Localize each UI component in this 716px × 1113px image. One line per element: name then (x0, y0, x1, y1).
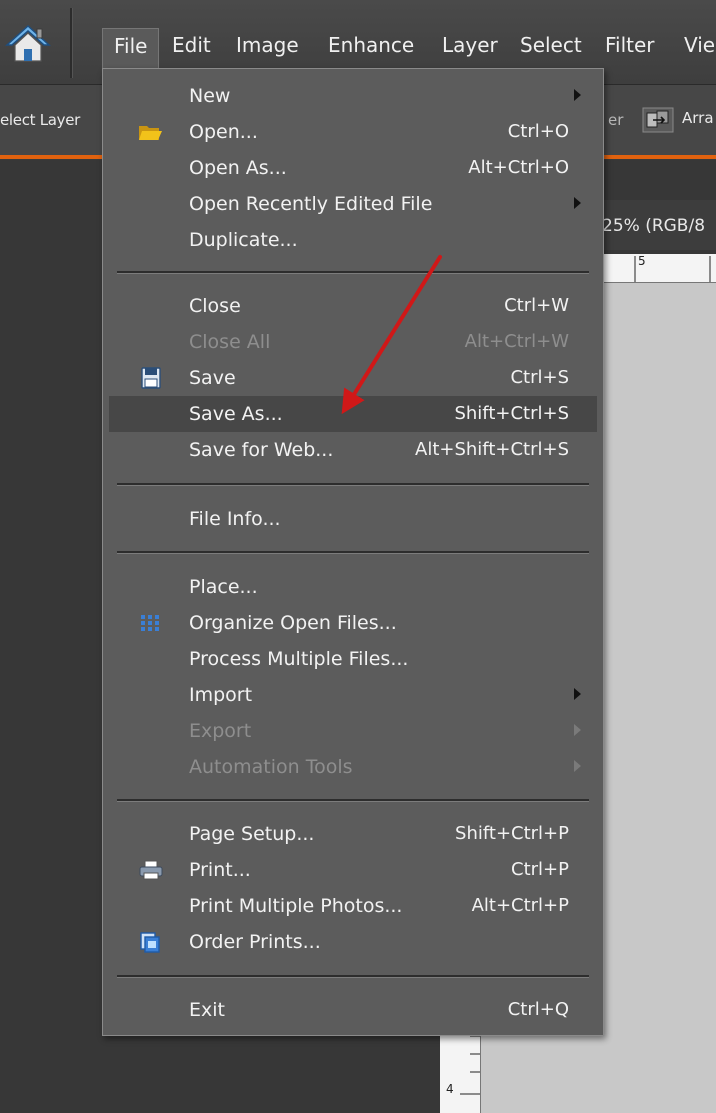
save-icon (141, 367, 161, 389)
menu-item-save[interactable]: Save Ctrl+S (109, 360, 597, 396)
menu-item-exit[interactable]: Exit Ctrl+Q (109, 992, 597, 1028)
menu-item-label: Save (189, 367, 236, 389)
menu-enhance[interactable]: Enhance (328, 30, 414, 64)
submenu-arrow-icon (574, 724, 581, 736)
menu-file[interactable]: File (102, 28, 160, 71)
menu-item-label: Place... (189, 576, 258, 598)
submenu-arrow-icon (574, 89, 581, 101)
menu-item-label: Open... (189, 121, 258, 143)
menu-item-label: Print Multiple Photos... (189, 895, 403, 917)
menu-item-place[interactable]: Place... (109, 569, 597, 605)
menu-item-label: Automation Tools (189, 756, 353, 778)
menu-bar-divider (70, 8, 73, 78)
order-prints-icon (140, 932, 160, 953)
menu-item-label: Save As... (189, 403, 283, 425)
menu-item-shortcut: Alt+Ctrl+P (471, 895, 569, 916)
menu-item-automation-tools: Automation Tools (109, 749, 597, 785)
grid-icon (141, 615, 159, 631)
menu-item-order-prints[interactable]: Order Prints... (109, 924, 597, 960)
menu-item-open[interactable]: Open... Ctrl+O (109, 114, 597, 150)
menu-item-label: Export (189, 720, 252, 742)
arrange-label[interactable]: Arra (682, 109, 714, 127)
menu-item-export: Export (109, 713, 597, 749)
menu-item-shortcut: Alt+Ctrl+W (464, 331, 569, 352)
menu-item-shortcut: Ctrl+W (504, 295, 569, 316)
menu-item-label: Close All (189, 331, 271, 353)
menu-item-save-as[interactable]: Save As... Shift+Ctrl+S (109, 396, 597, 432)
menu-item-label: Open Recently Edited File (189, 193, 433, 215)
menu-view[interactable]: Vie (684, 30, 715, 64)
arrange-icon[interactable] (642, 107, 674, 133)
menu-item-shortcut: Ctrl+O (507, 121, 569, 142)
menu-item-page-setup[interactable]: Page Setup... Shift+Ctrl+P (109, 816, 597, 852)
menu-filter[interactable]: Filter (605, 30, 655, 64)
submenu-arrow-icon (574, 197, 581, 209)
menu-item-shortcut: Shift+Ctrl+S (454, 403, 569, 424)
ruler-left-number: 4 (446, 1082, 454, 1096)
menu-image[interactable]: Image (236, 30, 299, 64)
menu-item-close-all: Close All Alt+Ctrl+W (109, 324, 597, 360)
menu-item-label: Order Prints... (189, 931, 321, 953)
menu-item-label: Process Multiple Files... (189, 648, 409, 670)
menu-item-print-multiple-photos[interactable]: Print Multiple Photos... Alt+Ctrl+P (109, 888, 597, 924)
menu-item-shortcut: Ctrl+S (510, 367, 569, 388)
document-tab[interactable]: 25% (RGB/8 (598, 200, 716, 250)
menu-separator (117, 551, 589, 554)
menu-separator (117, 483, 589, 486)
menu-item-duplicate[interactable]: Duplicate... (109, 222, 597, 258)
menu-item-label: Close (189, 295, 241, 317)
menu-separator (117, 975, 589, 978)
menu-item-label: Duplicate... (189, 229, 298, 251)
editor-window: File Edit Image Enhance Layer Select Fil… (0, 0, 716, 1113)
submenu-arrow-icon (574, 688, 581, 700)
menu-item-shortcut: Ctrl+P (511, 859, 569, 880)
folder-icon (139, 126, 162, 140)
menu-item-label: Open As... (189, 157, 287, 179)
menu-item-shortcut: Alt+Shift+Ctrl+S (415, 439, 569, 460)
menu-item-label: Import (189, 684, 253, 706)
select-layer-option[interactable]: elect Layer (0, 111, 80, 129)
menu-item-label: File Info... (189, 508, 281, 530)
menu-item-shortcut: Alt+Ctrl+O (468, 157, 569, 178)
menu-item-label: Organize Open Files... (189, 612, 397, 634)
menu-item-shortcut: Ctrl+Q (507, 999, 569, 1020)
menu-item-print[interactable]: Print... Ctrl+P (109, 852, 597, 888)
menu-separator (117, 799, 589, 802)
menu-separator (117, 271, 589, 274)
menu-item-label: Save for Web... (189, 439, 334, 461)
menu-item-open-recently-edited[interactable]: Open Recently Edited File (109, 186, 597, 222)
menu-item-new[interactable]: New (109, 78, 597, 114)
menu-item-file-info[interactable]: File Info... (109, 501, 597, 537)
ruler-top-number: 5 (638, 254, 646, 268)
submenu-arrow-icon (574, 760, 581, 772)
home-icon[interactable] (4, 20, 52, 68)
menu-edit[interactable]: Edit (172, 30, 211, 64)
menu-item-import[interactable]: Import (109, 677, 597, 713)
menu-item-label: New (189, 85, 231, 107)
menu-item-label: Exit (189, 999, 225, 1021)
menu-item-label: Page Setup... (189, 823, 315, 845)
menu-item-organize-open-files[interactable]: Organize Open Files... (109, 605, 597, 641)
menu-item-process-multiple-files[interactable]: Process Multiple Files... (109, 641, 597, 677)
menu-item-label: Print... (189, 859, 251, 881)
menu-item-close[interactable]: Close Ctrl+W (109, 288, 597, 324)
printer-icon (139, 860, 163, 880)
menu-item-shortcut: Shift+Ctrl+P (455, 823, 569, 844)
menu-item-open-as[interactable]: Open As... Alt+Ctrl+O (109, 150, 597, 186)
menu-layer[interactable]: Layer (442, 30, 498, 64)
file-menu-dropdown: New Open... Ctrl+O Open As... Alt+Ctrl+O… (102, 68, 604, 1036)
menu-item-save-for-web[interactable]: Save for Web... Alt+Shift+Ctrl+S (109, 432, 597, 468)
menu-select[interactable]: Select (520, 30, 582, 64)
option-label-partial: er (608, 111, 624, 129)
